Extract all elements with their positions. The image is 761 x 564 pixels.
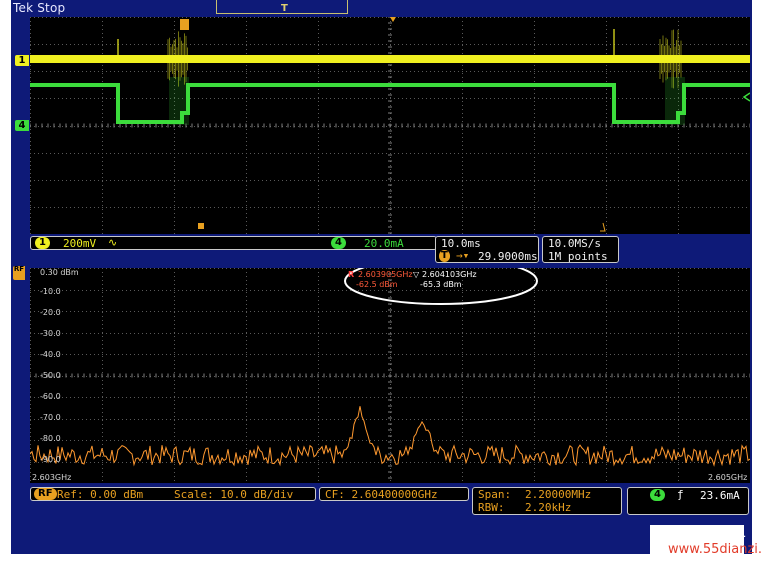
span-rbw-readout[interactable]: Span: 2.20000MHz RBW: 2.20kHz bbox=[472, 487, 622, 515]
x-end-label: 2.605GHz bbox=[708, 473, 748, 482]
time-domain-plot[interactable] bbox=[30, 17, 750, 234]
rf-reference-readout[interactable]: RF Ref: 0.00 dBm Scale: 10.0 dB/div bbox=[30, 487, 316, 501]
sample-rate: 10.0MS/s bbox=[548, 237, 601, 250]
ch4-marker[interactable]: 4 bbox=[15, 120, 29, 131]
y-label: -80.0 bbox=[40, 434, 61, 443]
y-label: -50.0 bbox=[40, 371, 61, 380]
trigger-source-badge: 4 bbox=[650, 489, 665, 501]
spectrum-plot[interactable]: 0.30 dBm -10.0 -20.0 -30.0 -40.0 -50.0 -… bbox=[30, 268, 750, 483]
y-label: -60.0 bbox=[40, 392, 61, 401]
y-label: -10.0 bbox=[40, 287, 61, 296]
record-trigger-marker: T bbox=[281, 3, 288, 14]
delta-marker-freq: 2.604103GHz bbox=[422, 270, 477, 279]
ch4-badge: 4 bbox=[331, 237, 346, 249]
rf-marker[interactable]: RF bbox=[13, 266, 25, 280]
ch1-badge: 1 bbox=[35, 237, 50, 249]
ch1-waveform-band bbox=[30, 55, 750, 63]
delta-marker-icon: ▽ bbox=[413, 270, 420, 279]
watermark-text: www.55dianzi.com bbox=[668, 542, 761, 557]
spectrum-graticule bbox=[30, 268, 750, 483]
span-label: Span: bbox=[478, 488, 512, 501]
time-domain-graticule bbox=[30, 17, 750, 234]
ch4-scale: 20.0mA bbox=[364, 237, 404, 250]
trigger-level-marker bbox=[198, 223, 204, 229]
ref-marker-freq: 2.603905GHz bbox=[358, 270, 413, 279]
trigger-level: 23.6mA bbox=[700, 489, 740, 502]
x-start-label: 2.603GHz bbox=[32, 473, 72, 482]
acquisition-status: Tek Stop bbox=[13, 1, 66, 15]
center-frequency: CF: 2.60400000GHz bbox=[325, 488, 438, 501]
y-label: -20.0 bbox=[40, 308, 61, 317]
trigger-readout[interactable]: 4 ƒ 23.6mA bbox=[627, 487, 749, 515]
y-label-top: 0.30 dBm bbox=[40, 268, 79, 277]
rbw-label: RBW: bbox=[478, 501, 505, 514]
oscilloscope-window: Tek Stop T 1 4 1 200mV ∿ 4 20.0mA 10.0ms… bbox=[11, 0, 752, 554]
vertical-scale: Scale: 10.0 dB/div bbox=[174, 488, 294, 501]
ref-marker-icon: R bbox=[348, 270, 355, 279]
y-label: -70.0 bbox=[40, 413, 61, 422]
rbw-value: 2.20kHz bbox=[525, 501, 572, 514]
record-end-marker bbox=[600, 222, 606, 232]
ch1-scale: 200mV bbox=[63, 237, 97, 250]
trigger-position-icon: T bbox=[439, 250, 450, 262]
trigger-arrow-icon: →▾ bbox=[456, 249, 470, 262]
ch4-waveform bbox=[30, 83, 750, 124]
y-label: -90.0 bbox=[40, 455, 61, 464]
watermark: www.55dianzi.com bbox=[650, 525, 761, 560]
ref-marker-level: -62.5 dBm bbox=[356, 280, 398, 289]
acquisition-readout[interactable]: 10.0MS/s 1M points bbox=[542, 236, 619, 263]
rf-badge: RF bbox=[34, 488, 57, 500]
ref-level: Ref: 0.00 dBm bbox=[57, 488, 144, 501]
ch4-offscreen-arrow bbox=[742, 92, 750, 102]
y-label: -40.0 bbox=[40, 350, 61, 359]
center-frequency-readout[interactable]: CF: 2.60400000GHz bbox=[319, 487, 469, 501]
timebase-readout[interactable]: 10.0ms T →▾ 29.9000ms bbox=[435, 236, 539, 263]
channel-readout-bar[interactable]: 1 200mV ∿ 4 20.0mA bbox=[30, 236, 437, 250]
record-length: 1M points bbox=[548, 250, 608, 263]
ch1-marker[interactable]: 1 bbox=[15, 55, 29, 66]
trigger-position: 29.9000ms bbox=[478, 250, 538, 263]
delta-marker-level: -65.3 dBm bbox=[420, 280, 462, 289]
ac-coupling-icon: ∿ bbox=[108, 236, 118, 249]
trigger-marker bbox=[180, 19, 189, 30]
y-label: -30.0 bbox=[40, 329, 61, 338]
span-value: 2.20000MHz bbox=[525, 488, 592, 501]
rising-edge-icon: ƒ bbox=[677, 488, 684, 501]
